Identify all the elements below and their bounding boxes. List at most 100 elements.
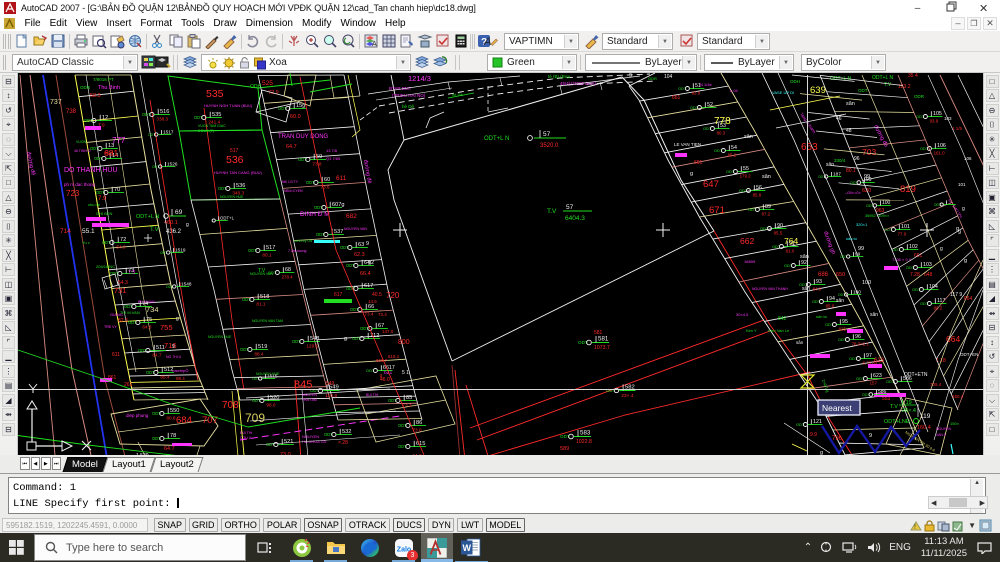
- svg-text:40.5: 40.5: [372, 292, 382, 298]
- svg-text:738: 738: [66, 109, 77, 115]
- svg-text:52: 52: [707, 102, 713, 108]
- svg-text:HUYNH TAN CANG (BUU): HUYNH TAN CANG (BUU): [214, 170, 263, 175]
- svg-text:HUYNH NGH TUAN (BUU): HUYNH NGH TUAN (BUU): [204, 103, 253, 108]
- svg-text:89: 89: [765, 204, 771, 210]
- svg-text:ODT: ODT: [858, 88, 868, 93]
- svg-text:68: 68: [285, 267, 291, 273]
- svg-text:chu de: chu de: [88, 202, 101, 207]
- svg-text:ODR: ODR: [80, 85, 91, 90]
- svg-text:204/16/NC: 204/16/NC: [96, 264, 115, 269]
- svg-text:TRĐ VY: TRĐ VY: [104, 325, 118, 329]
- svg-text:77.9: 77.9: [898, 231, 907, 236]
- svg-text:hè Dê: hè Dê: [452, 92, 463, 97]
- svg-text:35 4: 35 4: [908, 73, 918, 79]
- svg-text:639: 639: [810, 85, 826, 96]
- svg-text:ODT: ODT: [838, 293, 845, 297]
- svg-text:Nearest: Nearest: [822, 403, 852, 413]
- svg-text:714: 714: [60, 228, 71, 235]
- svg-text:ODT: ODT: [160, 251, 167, 255]
- svg-text:67: 67: [378, 323, 384, 329]
- svg-text:NGUYEN: NGUYEN: [936, 427, 951, 431]
- svg-text:647: 647: [703, 179, 719, 190]
- svg-text:73.4: 73.4: [364, 312, 374, 317]
- svg-text:g: g: [962, 206, 965, 212]
- svg-text:66: 66: [368, 304, 374, 310]
- svg-text:623: 623: [874, 358, 885, 364]
- svg-text:ĐINH Đ M: ĐINH Đ M: [300, 211, 330, 218]
- svg-text:78: 78: [170, 433, 176, 439]
- svg-text:–05×=0×: –05×=0×: [845, 190, 862, 195]
- svg-text:778: 778: [714, 116, 731, 127]
- svg-text:100: 100: [862, 280, 871, 286]
- svg-text:589: 589: [560, 446, 569, 452]
- svg-text:661: 661: [694, 160, 703, 166]
- svg-text:58.3: 58.3: [90, 93, 101, 99]
- svg-text:105: 105: [933, 111, 942, 117]
- svg-text:46.0: 46.0: [380, 377, 390, 383]
- svg-text:ODT: ODT: [148, 133, 155, 137]
- svg-text:548: 548: [310, 336, 319, 342]
- svg-text:100: 100: [882, 200, 891, 206]
- svg-text:VUON: VUON: [76, 140, 87, 144]
- svg-text:92: 92: [801, 260, 807, 266]
- svg-text:12: 12: [102, 115, 108, 121]
- svg-text:g: g: [186, 222, 189, 228]
- svg-text:T.V: T.V: [890, 404, 898, 410]
- svg-text:46 TINH D: 46 TINH D: [74, 149, 91, 153]
- svg-text:TRAN DUY DONG: TRAN DUY DONG: [278, 134, 329, 140]
- svg-text:330/4: 330/4: [834, 158, 846, 163]
- svg-text:537: 537: [334, 229, 343, 235]
- svg-text:ODT+LNĐ: ODT+LNĐ: [884, 419, 910, 425]
- svg-text:1073.7: 1073.7: [594, 345, 610, 351]
- svg-text:sân: sân: [870, 312, 878, 318]
- svg-text:106: 106: [937, 143, 946, 149]
- svg-text:535: 535: [206, 88, 224, 100]
- svg-text:NB 1/3 TY: NB 1/3 TY: [282, 180, 299, 184]
- svg-text:737: 737: [50, 99, 62, 106]
- svg-text:xd th 2y Od: xd th 2y Od: [294, 239, 312, 243]
- svg-text:Q3 7/65: Q3 7/65: [326, 156, 341, 161]
- svg-text:sân: sân: [836, 298, 844, 304]
- svg-text:653: 653: [801, 142, 818, 153]
- svg-text:98.0: 98.0: [266, 403, 276, 408]
- svg-text:7.3: 7.3: [128, 270, 135, 276]
- svg-text:648: 648: [924, 272, 933, 278]
- svg-text:187: 187: [833, 171, 841, 176]
- svg-text:sân: sân: [762, 174, 771, 180]
- svg-text:842: 842: [778, 316, 787, 322]
- svg-text:511: 511: [156, 345, 165, 351]
- svg-text:581: 581: [598, 336, 609, 343]
- svg-text:75: 75: [146, 317, 152, 323]
- svg-text:48: 48: [846, 128, 852, 134]
- svg-text:g: g: [344, 336, 347, 342]
- svg-text:436.2: 436.2: [166, 229, 182, 235]
- svg-text:NB4=CYEN: NB4=CYEN: [284, 189, 303, 193]
- svg-text:1517: 1517: [163, 129, 174, 134]
- svg-text:GIANG: GIANG: [110, 312, 123, 317]
- svg-text:16899: 16899: [744, 259, 756, 264]
- svg-text:tè (B) (Bưu: tè (B) (Bưu: [548, 74, 571, 79]
- svg-text:ODT+L: ODT+L: [220, 216, 235, 221]
- svg-text:82.3: 82.3: [118, 318, 128, 324]
- svg-text:129.5: 129.5: [306, 344, 318, 349]
- svg-text:DO THANH HUU: DO THANH HUU: [64, 167, 118, 174]
- svg-text:121: 121: [813, 419, 822, 425]
- svg-text:ODH: ODH: [250, 84, 262, 90]
- svg-text:607g: 607g: [332, 202, 344, 208]
- svg-text:Kim Y: Kim Y: [746, 328, 757, 333]
- svg-text:615: 615: [416, 441, 425, 447]
- svg-text:55: 55: [743, 166, 749, 172]
- svg-text:A: A: [372, 41, 377, 48]
- svg-text:516: 516: [160, 109, 169, 115]
- svg-text:712: 712: [370, 333, 379, 339]
- svg-text:664: 664: [946, 334, 960, 344]
- svg-text:Kiev Van Le: Kiev Van Le: [768, 328, 790, 333]
- svg-text:90: 90: [777, 223, 783, 229]
- svg-text:sân: sân: [826, 162, 834, 168]
- svg-text:rosetripÔ: rosetripÔ: [172, 368, 188, 373]
- svg-text:7/9016 PT: 7/9016 PT: [93, 77, 114, 82]
- svg-text:66.4: 66.4: [360, 271, 371, 277]
- svg-text:800: 800: [398, 339, 410, 346]
- svg-text:671: 671: [709, 205, 725, 216]
- svg-text:60.0: 60.0: [290, 114, 301, 120]
